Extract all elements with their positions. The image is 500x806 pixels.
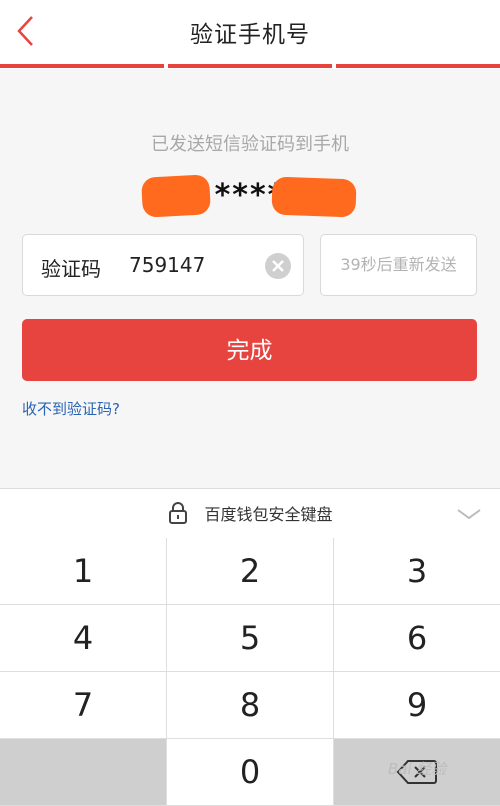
keyboard-title: 百度钱包安全键盘 bbox=[204, 505, 333, 524]
key-3[interactable]: 3 bbox=[334, 538, 500, 604]
key-8[interactable]: 8 bbox=[167, 672, 333, 738]
header-bar: 验证手机号 bbox=[0, 0, 500, 64]
resend-button[interactable]: 39秒后重新发送 bbox=[320, 234, 477, 296]
key-blank bbox=[0, 739, 166, 805]
key-1[interactable]: 1 bbox=[0, 538, 166, 604]
masked-phone-number: **** bbox=[214, 178, 286, 213]
key-7[interactable]: 7 bbox=[0, 672, 166, 738]
keyboard-header: 百度钱包安全键盘 bbox=[0, 488, 500, 538]
key-6[interactable]: 6 bbox=[334, 605, 500, 671]
clear-icon bbox=[272, 260, 284, 272]
progress-step-1 bbox=[0, 64, 164, 68]
key-0[interactable]: 0 bbox=[167, 739, 333, 805]
code-input[interactable] bbox=[129, 247, 269, 283]
masked-phone-row: **** bbox=[0, 172, 500, 220]
watermark: Bai 经验 bbox=[388, 760, 447, 778]
key-5[interactable]: 5 bbox=[167, 605, 333, 671]
sms-sent-hint: 已发送短信验证码到手机 bbox=[151, 134, 349, 155]
clear-button[interactable] bbox=[265, 253, 291, 279]
redaction-mark bbox=[271, 176, 357, 218]
progress-step-3 bbox=[336, 64, 500, 68]
code-label: 验证码 bbox=[41, 257, 101, 281]
verification-code-field[interactable]: 验证码 bbox=[22, 234, 304, 296]
key-2[interactable]: 2 bbox=[167, 538, 333, 604]
key-9[interactable]: 9 bbox=[334, 672, 500, 738]
chevron-down-icon[interactable] bbox=[456, 507, 482, 521]
lock-icon bbox=[169, 502, 188, 524]
key-4[interactable]: 4 bbox=[0, 605, 166, 671]
no-code-help-link[interactable]: 收不到验证码? bbox=[22, 398, 120, 419]
step-progress bbox=[0, 64, 500, 69]
page-title: 验证手机号 bbox=[190, 22, 310, 48]
done-button[interactable]: 完成 bbox=[22, 319, 477, 381]
progress-step-2 bbox=[168, 64, 332, 68]
